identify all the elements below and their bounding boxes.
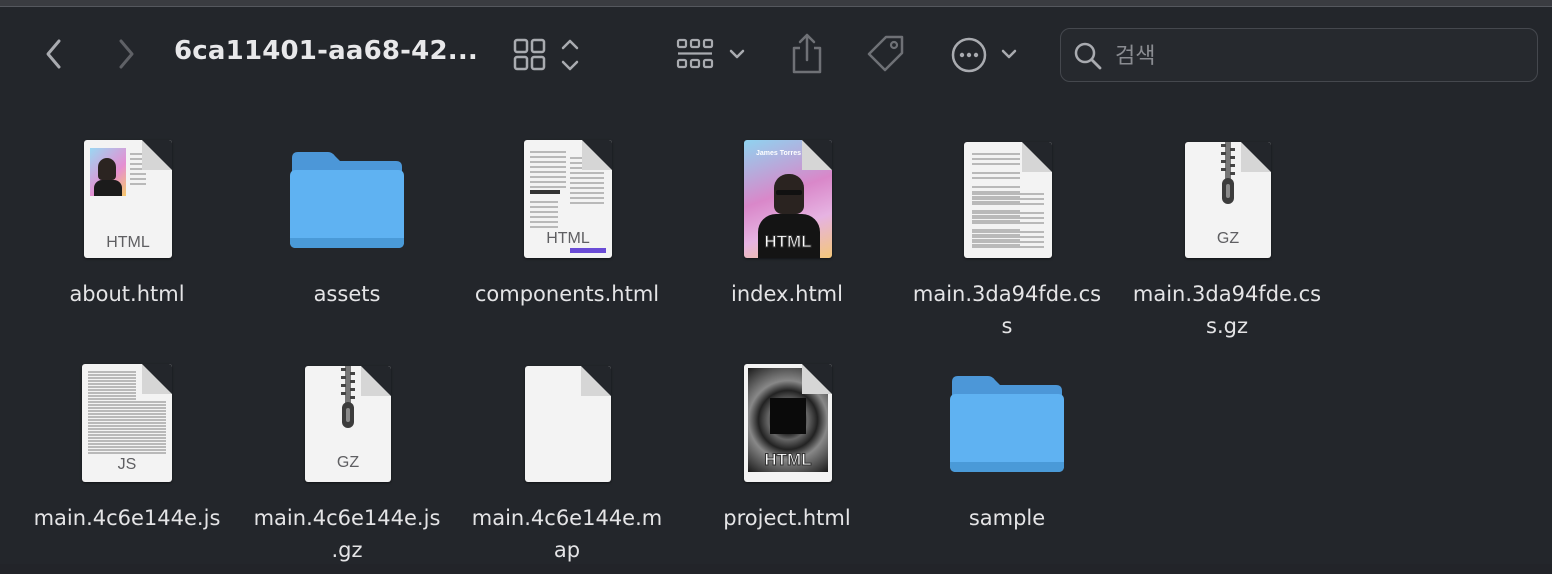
file-name: sample [968,506,1046,530]
file-type-label: HTML [764,450,812,470]
file-name-line-1: main.3da94fde.cs [1132,282,1322,306]
html-file-icon: HTML [744,364,832,482]
group-button[interactable] [676,36,748,74]
folder-item-assets[interactable]: assets [237,130,457,320]
file-name-line-2: s.gz [1206,314,1248,338]
file-name: project.html [723,506,851,530]
gz-file-icon: GZ [305,366,391,482]
folder-item-sample[interactable]: sample [897,354,1117,544]
back-button[interactable] [38,36,70,72]
file-name-line-2: ap [553,538,581,562]
folder-icon [290,152,404,248]
file-item-main-js[interactable]: JS main.4c6e144e.js [17,354,237,544]
file-type-label: HTML [106,234,150,251]
file-type-label: HTML [764,232,812,252]
search-field[interactable] [1060,28,1538,82]
search-input[interactable] [1113,39,1517,73]
file-name-line-1: main.3da94fde.cs [912,282,1102,306]
file-item-main-css-gz[interactable]: GZ main.3da94fde.cs s.gz [1117,130,1337,350]
group-icon [676,38,745,69]
file-item-components-html[interactable]: HTML components.html [457,130,677,320]
html-file-icon: HTML [524,140,612,258]
html-file-icon: James Torres HTML [744,140,832,258]
zipper-icon [341,366,355,428]
view-mode-button[interactable] [512,36,584,74]
share-button[interactable] [788,32,826,76]
forward-button[interactable] [110,36,142,72]
file-name-line-1: main.4c6e144e.m [471,506,663,530]
tag-button[interactable] [864,34,908,76]
zipper-icon [1221,142,1235,204]
more-actions-button[interactable] [950,36,1022,74]
file-name-line-2: s [1001,314,1013,338]
file-name-line-2: .gz [331,538,363,562]
file-type-label: GZ [336,454,360,471]
file-item-main-js-gz[interactable]: GZ main.4c6e144e.js .gz [237,354,457,574]
finder-window: 6ca11401-aa68-42... 검색 HTML about.html a… [0,0,1552,564]
file-type-label: GZ [1216,230,1240,247]
share-icon [792,33,822,74]
file-name: main.4c6e144e.js [33,506,221,530]
file-name: assets [313,282,381,306]
file-name: components.html [474,282,660,306]
generic-file-icon [525,366,611,482]
chevron-left-icon [46,39,61,69]
file-type-label: HTML [546,230,590,247]
js-file-icon: JS [82,364,172,482]
search-icon [1074,42,1102,70]
css-file-icon [964,142,1052,258]
ellipsis-circle-icon [951,37,1017,73]
toolbar: 6ca11401-aa68-42... [0,6,1552,106]
file-name: about.html [69,282,185,306]
window-title: 6ca11401-aa68-42... [174,36,478,66]
gz-file-icon: GZ [1185,142,1271,258]
file-item-main-css[interactable]: main.3da94fde.cs s [897,130,1117,350]
file-item-about-html[interactable]: HTML about.html [17,130,237,320]
html-file-icon: HTML [84,140,172,258]
file-type-label: JS [117,456,137,473]
icon-grid-view-icon [513,38,579,71]
file-item-main-map[interactable]: main.4c6e144e.m ap [457,354,677,574]
file-item-index-html[interactable]: James Torres HTML index.html [677,130,897,320]
folder-icon [950,376,1064,472]
file-item-project-html[interactable]: HTML project.html [677,354,897,544]
chevron-right-icon [119,39,134,69]
file-name: index.html [731,282,843,306]
tag-icon [867,35,904,72]
file-name-line-1: main.4c6e144e.js [253,506,441,530]
